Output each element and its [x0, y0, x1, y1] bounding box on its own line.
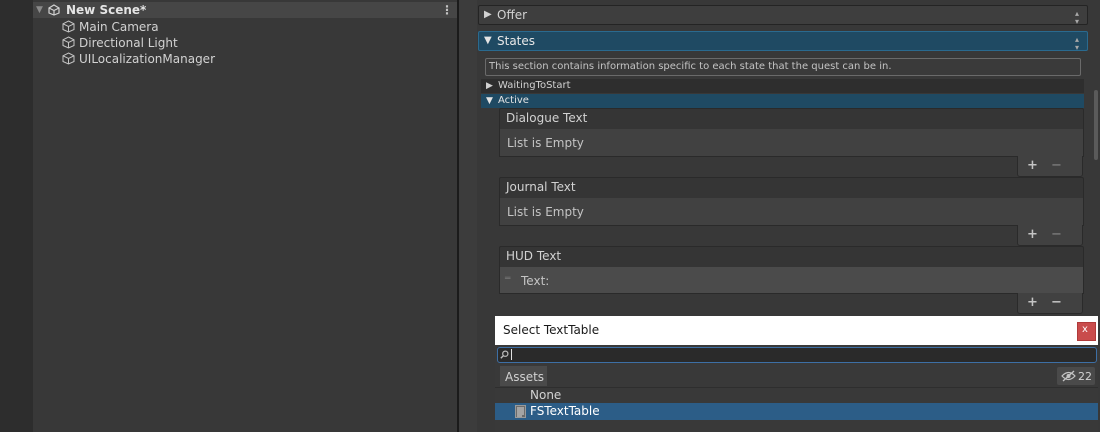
states-foldout[interactable] — [478, 31, 1088, 51]
gameobject-cube-icon — [62, 52, 75, 65]
state-row-waitingtostart[interactable] — [481, 79, 1084, 93]
hierarchy-gutter — [0, 0, 33, 432]
dialogue-text-title: Dialogue Text — [506, 111, 588, 125]
state-row-active[interactable] — [481, 94, 1084, 108]
dialogue-text-body — [499, 129, 1084, 157]
waitingtostart-arrow-icon[interactable]: ▶ — [486, 79, 493, 93]
hud-text-title: HUD Text — [506, 249, 562, 263]
offer-updown-icon[interactable]: ▴ ▾ — [1072, 10, 1082, 26]
inspector-gutter — [459, 0, 477, 432]
hud-text-body — [499, 267, 1084, 294]
journal-text-remove-button[interactable]: − — [1051, 226, 1062, 244]
hidden-count: 22 — [1078, 370, 1092, 383]
state-active-label: Active — [498, 95, 529, 106]
states-label: States — [497, 34, 536, 48]
states-updown-icon[interactable]: ▴ ▾ — [1072, 36, 1082, 52]
drag-handle-icon[interactable]: ═ — [505, 273, 510, 285]
search-icon — [500, 350, 509, 359]
journal-text-add-button[interactable]: + — [1027, 226, 1038, 244]
hierarchy-item-main-camera[interactable]: Main Camera — [79, 19, 159, 35]
gameobject-cube-icon — [62, 36, 75, 49]
offer-collapsed-arrow-icon[interactable]: ▶ — [484, 6, 492, 24]
journal-text-empty-label: List is Empty — [507, 205, 584, 219]
journal-text-body — [499, 198, 1084, 226]
active-arrow-icon[interactable]: ▼ — [486, 94, 493, 108]
offer-label: Offer — [497, 8, 528, 22]
dialogue-text-empty-label: List is Empty — [507, 136, 584, 150]
hud-text-header[interactable] — [499, 246, 1084, 268]
states-expanded-arrow-icon[interactable]: ▼ — [484, 32, 492, 50]
dialogue-text-remove-button[interactable]: − — [1051, 157, 1062, 175]
journal-text-header[interactable] — [499, 177, 1084, 199]
inspector-scrollbar-thumb[interactable] — [1094, 90, 1098, 160]
assets-tab-label: Assets — [505, 370, 545, 384]
list-item-none[interactable]: None — [530, 387, 561, 404]
hud-text-add-button[interactable]: + — [1027, 294, 1038, 312]
popup-title: Select TextTable — [503, 323, 600, 337]
scene-menu-kebab-icon[interactable]: ⋮ — [441, 2, 453, 18]
scene-expand-arrow-icon[interactable]: ▼ — [36, 2, 43, 18]
dialogue-text-add-button[interactable]: + — [1027, 157, 1038, 175]
search-input[interactable] — [511, 347, 1091, 361]
gameobject-cube-icon — [62, 20, 75, 33]
text-asset-icon — [515, 405, 526, 418]
offer-foldout[interactable] — [478, 5, 1088, 25]
hierarchy-item-directional-light[interactable]: Directional Light — [79, 35, 178, 51]
state-waitingtostart-label: WaitingToStart — [498, 80, 571, 91]
eye-hidden-icon — [1061, 370, 1076, 382]
close-icon[interactable]: x — [1082, 322, 1088, 338]
popup-tab-row — [495, 366, 1098, 388]
journal-text-title: Journal Text — [506, 180, 576, 194]
text-caret — [511, 349, 512, 360]
unity-scene-icon — [48, 4, 60, 16]
list-item-fstexttable[interactable]: FSTextTable — [530, 403, 600, 420]
hud-text-remove-button[interactable]: − — [1051, 294, 1062, 312]
scene-name: New Scene* — [66, 3, 147, 17]
states-help-text: This section contains information specif… — [489, 61, 892, 72]
hierarchy-item-uilocalizationmanager[interactable]: UILocalizationManager — [79, 51, 215, 67]
hud-text-element-label: Text: — [521, 274, 550, 288]
